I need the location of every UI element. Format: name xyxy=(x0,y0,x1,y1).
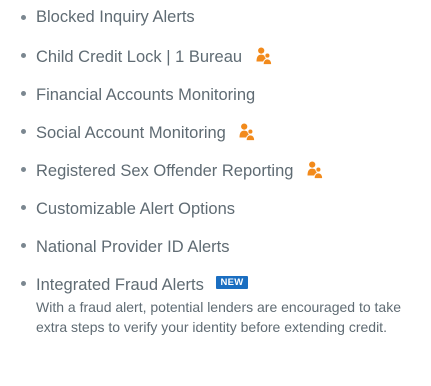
bullet xyxy=(21,205,26,210)
family-icon xyxy=(239,123,256,141)
bullet xyxy=(21,91,26,96)
feature-item-blocked-inquiry-alerts: Blocked Inquiry Alerts xyxy=(0,0,431,38)
feature-label: Child Credit Lock | 1 Bureau xyxy=(36,47,243,66)
bullet xyxy=(21,53,26,58)
feature-list: Blocked Inquiry Alerts Child Credit Lock… xyxy=(0,0,431,337)
feature-item-financial-accounts-monitoring: Financial Accounts Monitoring xyxy=(0,76,431,114)
feature-item-registered-sex-offender-reporting: Registered Sex Offender Reporting xyxy=(0,152,431,190)
family-icon xyxy=(256,47,272,65)
feature-label: Registered Sex Offender Reporting xyxy=(36,161,294,180)
feature-item-social-account-monitoring: Social Account Monitoring xyxy=(0,114,431,152)
new-badge: NEW xyxy=(216,276,248,290)
feature-label: National Provider ID Alerts xyxy=(36,237,230,256)
feature-label: Social Account Monitoring xyxy=(36,123,226,142)
feature-label: Customizable Alert Options xyxy=(36,199,236,218)
feature-item-integrated-fraud-alerts: Integrated Fraud Alerts NEW With a fraud… xyxy=(0,266,431,337)
bullet xyxy=(21,281,26,286)
bullet xyxy=(21,167,26,172)
feature-item-customizable-alert-options: Customizable Alert Options xyxy=(0,190,431,228)
bullet xyxy=(21,15,26,20)
feature-description: With a fraud alert, potential lenders ar… xyxy=(36,298,401,335)
feature-label: Financial Accounts Monitoring xyxy=(36,85,256,104)
family-icon xyxy=(307,161,324,179)
feature-label: Blocked Inquiry Alerts xyxy=(36,7,195,26)
bullet xyxy=(21,129,26,134)
feature-item-child-credit-lock: Child Credit Lock | 1 Bureau xyxy=(0,38,431,76)
feature-label: Integrated Fraud Alerts xyxy=(36,275,204,294)
feature-item-national-provider-id-alerts: National Provider ID Alerts xyxy=(0,228,431,266)
bullet xyxy=(21,243,26,248)
